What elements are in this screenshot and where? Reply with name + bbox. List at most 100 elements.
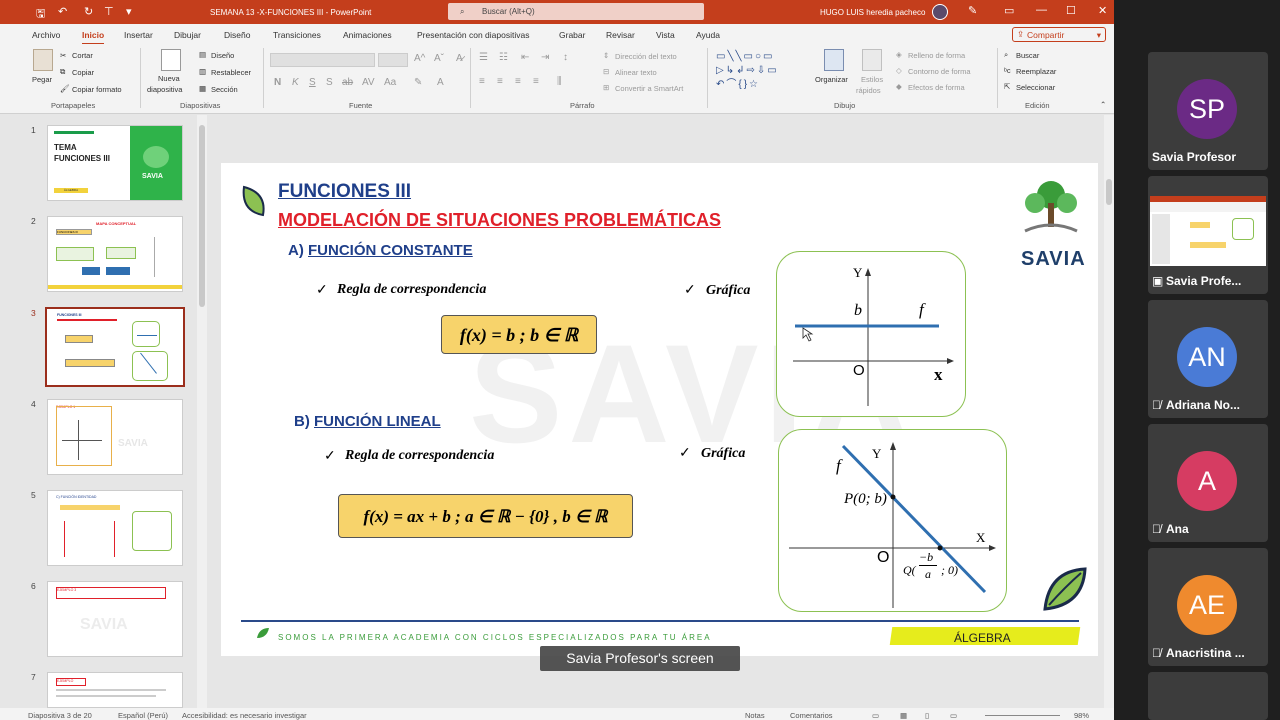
scroll-thumb[interactable] — [1106, 179, 1112, 205]
align-text-button[interactable]: Alinear texto — [615, 68, 657, 77]
justify-icon[interactable]: ≡ — [533, 76, 539, 87]
tab-vista[interactable]: Vista — [656, 30, 675, 40]
format-painter-button[interactable]: Copiar formato — [72, 85, 122, 94]
section-button[interactable]: Sección — [211, 85, 238, 94]
zoom-slider[interactable] — [985, 715, 1060, 716]
share-button[interactable]: ⇪ Compartir ▾ — [1012, 27, 1106, 42]
pen-icon[interactable]: ✎ — [968, 4, 977, 17]
slide-scrollbar[interactable] — [1104, 115, 1114, 708]
shape-outline-button[interactable]: Contorno de forma — [908, 67, 971, 76]
tab-transiciones[interactable]: Transiciones — [273, 30, 321, 40]
slide-thumbnail-5[interactable]: C) FUNCIÓN IDENTIDAD — [47, 490, 183, 566]
align-right-icon[interactable]: ≡ — [515, 76, 521, 87]
maximize-icon[interactable]: ☐ — [1066, 4, 1076, 17]
participant-tile[interactable]: ▣ Savia Profe... — [1148, 176, 1268, 294]
new-slide-label-1[interactable]: Nueva — [158, 74, 180, 83]
slide-thumbnail-3[interactable]: FUNCIONES III — [45, 307, 185, 387]
notes-button[interactable]: Notas — [745, 711, 765, 720]
comments-button[interactable]: Comentarios — [790, 711, 833, 720]
tab-dibujar[interactable]: Dibujar — [174, 30, 201, 40]
select-button[interactable]: Seleccionar — [1016, 83, 1055, 92]
strikethrough-icon[interactable]: ab — [342, 77, 353, 88]
tab-grabar[interactable]: Grabar — [559, 30, 585, 40]
quick-styles-label-2[interactable]: rápidos — [856, 86, 881, 95]
clear-format-icon[interactable]: A̷ — [456, 53, 463, 64]
customize-qat-icon[interactable]: ▾ — [126, 5, 132, 18]
accessibility-status[interactable]: Accesibilidad: es necesario investigar — [182, 711, 307, 720]
spacing-icon[interactable]: AV — [362, 77, 375, 88]
new-slide-icon[interactable] — [161, 49, 181, 71]
shadow-button[interactable]: S — [326, 77, 333, 88]
thumbnails-scrollbar[interactable] — [197, 115, 207, 708]
paste-icon[interactable] — [33, 49, 53, 71]
tab-insertar[interactable]: Insertar — [124, 30, 153, 40]
slide-thumbnail-6[interactable]: EJEMPLO 3 SAVIA — [47, 581, 183, 657]
tab-inicio[interactable]: Inicio — [82, 30, 105, 45]
font-size-select[interactable] — [378, 53, 408, 67]
user-name[interactable]: HUGO LUIS heredia pacheco — [820, 8, 925, 17]
font-name-select[interactable] — [270, 53, 375, 67]
undo-icon[interactable]: ↶ — [58, 5, 67, 18]
tab-diseno[interactable]: Diseño — [224, 30, 250, 40]
paste-button[interactable]: Pegar — [32, 75, 52, 84]
text-direction-button[interactable]: Dirección del texto — [615, 52, 677, 61]
collapse-ribbon-icon[interactable]: ⌃ — [1100, 100, 1106, 109]
arrange-icon[interactable] — [824, 49, 844, 71]
copy-button[interactable]: Copiar — [72, 68, 94, 77]
decrease-indent-icon[interactable]: ⇤ — [521, 52, 529, 63]
slide-thumbnail-2[interactable]: MAPA CONCEPTUAL FUNCIONES III — [47, 216, 183, 292]
slide-thumbnail-7[interactable]: EJEMPLO — [47, 672, 183, 708]
increase-indent-icon[interactable]: ⇥ — [541, 52, 549, 63]
smartart-button[interactable]: Convertir a SmartArt — [615, 84, 683, 93]
save-icon[interactable]: 🖫 — [36, 5, 45, 24]
numbering-icon[interactable]: ☷ — [499, 52, 508, 63]
tab-revisar[interactable]: Revisar — [606, 30, 635, 40]
participant-tile[interactable]: SP Savia Profesor — [1148, 52, 1268, 170]
slide-thumbnail-4[interactable]: EJEMPLO 1 SAVIA — [47, 399, 183, 475]
shrink-font-icon[interactable]: Aˇ — [434, 53, 444, 64]
user-avatar[interactable] — [932, 4, 948, 20]
bullets-icon[interactable]: ☰ — [479, 52, 488, 63]
shapes-gallery[interactable]: ▭╲╲▭○▭ ▷↳↲⇨⇩▭ ↶⌒{}☆ — [716, 50, 806, 94]
participant-tile[interactable]: A 🎙̸ Ana — [1148, 424, 1268, 542]
tab-presentacion[interactable]: Presentación con diapositivas — [417, 30, 529, 40]
shape-effects-button[interactable]: Efectos de forma — [908, 83, 965, 92]
participant-tile[interactable] — [1148, 672, 1268, 720]
quick-styles-icon[interactable] — [862, 49, 882, 71]
grow-font-icon[interactable]: A^ — [414, 53, 425, 64]
sorter-view-icon[interactable]: ▦ — [900, 711, 907, 720]
minimize-icon[interactable]: — — [1036, 4, 1047, 16]
search-box[interactable]: ⌕ Buscar (Alt+Q) — [448, 3, 704, 20]
close-icon[interactable]: ✕ — [1098, 4, 1107, 17]
slideshow-view-icon[interactable]: ▭ — [950, 711, 957, 720]
ribbon-display-icon[interactable]: ▭ — [1004, 4, 1014, 17]
align-left-icon[interactable]: ≡ — [479, 76, 485, 87]
normal-view-icon[interactable]: ▭ — [872, 711, 879, 720]
scroll-thumb[interactable] — [199, 125, 205, 307]
columns-icon[interactable]: ⫼ — [557, 76, 562, 87]
underline-button[interactable]: S — [309, 77, 316, 88]
italic-button[interactable]: K — [292, 77, 299, 88]
highlight-icon[interactable]: ✎ — [414, 77, 422, 88]
reading-view-icon[interactable]: ▯ — [925, 711, 929, 720]
slide-thumbnail-1[interactable]: TEMA FUNCIONES III ÁLGEBRA SAVIA — [47, 125, 183, 201]
zoom-level[interactable]: 98% — [1074, 711, 1089, 720]
reset-button[interactable]: Restablecer — [211, 68, 251, 77]
arrange-button[interactable]: Organizar — [815, 75, 848, 84]
replace-button[interactable]: Reemplazar — [1016, 67, 1056, 76]
layout-button[interactable]: Diseño — [211, 51, 234, 60]
tab-archivo[interactable]: Archivo — [32, 30, 60, 40]
shape-fill-button[interactable]: Relleno de forma — [908, 51, 965, 60]
case-icon[interactable]: Aa — [384, 77, 396, 88]
font-color-icon[interactable]: A — [437, 77, 444, 88]
tab-ayuda[interactable]: Ayuda — [696, 30, 720, 40]
find-button[interactable]: Buscar — [1016, 51, 1039, 60]
new-slide-label-2[interactable]: diapositiva — [147, 85, 182, 94]
cut-button[interactable]: Cortar — [72, 51, 93, 60]
redo-icon[interactable]: ↻ — [84, 5, 93, 18]
participant-tile[interactable]: AE 🎙̸ Anacristina ... — [1148, 548, 1268, 666]
align-center-icon[interactable]: ≡ — [497, 76, 503, 87]
line-spacing-icon[interactable]: ↕ — [563, 52, 568, 63]
participant-tile[interactable]: AN 🎙̸ Adriana No... — [1148, 300, 1268, 418]
present-icon[interactable]: ⊤ — [104, 5, 114, 18]
